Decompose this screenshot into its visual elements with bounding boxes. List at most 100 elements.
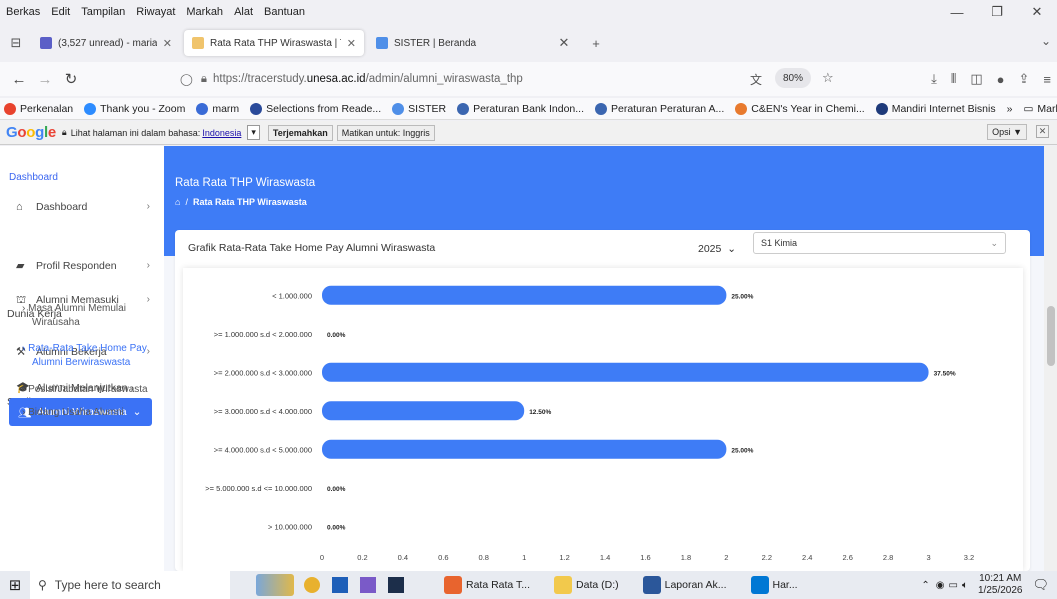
tab-label: (3,527 unread) - mariamonicasi [58,37,157,49]
translate-icon[interactable]: 文 [750,71,762,88]
star-icon[interactable]: ☆ [822,70,834,86]
bookmark-item[interactable]: Selections from Reade... [250,102,381,115]
bookmark-label: Perkenalan [20,102,74,115]
minimize-icon[interactable]: — [937,0,977,24]
taskbar-search[interactable]: ⚲ Type here to search [30,571,230,599]
x-tick-label: 0.6 [438,553,448,562]
taskbar-app-2[interactable]: Laporan Ak... [642,571,727,599]
menu-item-alat[interactable]: Alat [234,6,253,18]
url-path: /admin/alumni_wiraswasta_thp [365,73,523,85]
taskbar-app-1[interactable]: Data (D:) [554,571,619,599]
tab-strip: ⊟ (3,527 unread) - mariamonicasi✕Rata Ra… [0,28,1057,58]
tab-list-icon[interactable]: ⊟ [0,35,32,51]
close-tab-icon[interactable]: ✕ [548,35,580,51]
taskbar-app-3[interactable]: Har... [750,571,798,599]
menu-item-edit[interactable]: Edit [51,6,70,18]
bookmark-item[interactable]: Mandiri Internet Bisnis [875,102,996,115]
url-bar[interactable]: ◯ 🔒︎ https://tracerstudy. unesa.ac.id/adm… [180,67,725,91]
submenu-item-3[interactable]: › Bidang Usaha Alumni [22,406,157,420]
browser-tab-1[interactable]: Rata Rata THP Wiraswasta | Trac ✕ [184,30,364,56]
menu-item-bantuan[interactable]: Bantuan [264,6,305,18]
share-icon[interactable]: ⇪ [1019,71,1030,87]
account-icon[interactable]: ● [997,72,1005,87]
language-link[interactable]: Indonesia [202,128,241,138]
battery-icon[interactable]: ▭ [949,580,958,591]
reload-icon[interactable]: ↻ [58,70,84,88]
forward-icon[interactable]: → [32,71,58,88]
volume-icon[interactable]: 🔈︎ [962,580,968,591]
data-label: 12.50% [529,409,551,416]
download-icon[interactable]: ⤓ [931,71,937,87]
year-select[interactable]: 2025 ⌄ [692,238,742,260]
bookmark-favicon-icon [4,102,16,115]
clock[interactable]: 10:21 AM 1/25/2026 [978,573,1023,597]
url-domain: unesa.ac.id [306,73,366,85]
taskbar-app-0[interactable]: Rata Rata T... [444,571,530,599]
translate-button[interactable]: Terjemahkan [267,124,333,141]
scroll-thumb[interactable] [1047,306,1055,366]
language-dropdown-icon[interactable]: ▾ [247,125,260,140]
bar [322,285,727,305]
bookmark-item[interactable]: Peraturan Bank Indon... [457,102,584,115]
network-icon[interactable]: ◉ [936,580,945,591]
disable-translate-button[interactable]: Matikan untuk: Inggris [336,124,435,141]
photos-icon[interactable] [360,577,376,593]
bookmark-favicon-icon [735,102,748,115]
sidebar-item-label: Dashboard [36,201,88,213]
home-icon[interactable]: ⌂ [175,197,180,207]
bookmark-item[interactable]: Peraturan Peraturan A... [595,102,724,115]
window-controls: — ❐ ✕ [937,0,1057,24]
tab-favicon-icon [40,37,52,49]
library-icon[interactable]: ⫴ [951,71,956,87]
tab-overflow-icon[interactable]: ⌄ [1041,34,1051,48]
bookmark-label: Mandiri Internet Bisnis [891,102,996,115]
tab-favicon-icon [376,37,388,49]
submenu-item-1[interactable]: › Rata-Rata Take Home Pay Alumni Berwiras… [22,342,157,370]
sidebar-item-icon: ▰ [16,260,25,272]
new-tab-icon[interactable]: + [580,36,612,51]
sidebar-item-1[interactable]: ▰ Profil Responden › [16,259,156,273]
notification-icon[interactable]: 🗨︎ [1032,577,1049,593]
bookmark-label: Peraturan Bank Indon... [473,102,584,115]
chevron-up-icon[interactable]: ⌃ [921,580,929,591]
bookmarks-chevron-icon[interactable]: » [1007,103,1013,115]
bookmark-item[interactable]: marm [196,102,239,115]
chrome-icon[interactable] [304,577,320,593]
app-icon [554,576,573,594]
program-select[interactable]: S1 Kimia ⌄ [753,232,1006,254]
back-icon[interactable]: ← [6,71,32,88]
taskbar-app-label: Laporan Ak... [664,579,727,591]
sidebar-item-icon: ⌂ [16,201,23,213]
menu-item-riwayat[interactable]: Riwayat [136,6,175,18]
x-tick-label: 2.6 [842,553,852,562]
close-icon[interactable]: ✕ [1017,0,1057,24]
menu-item-markah[interactable]: Markah [186,6,223,18]
store-icon[interactable] [332,577,348,593]
sidebar-icon[interactable]: ◫ [970,71,982,87]
menu-item-tampilan[interactable]: Tampilan [81,6,125,18]
submenu-item-2[interactable]: › Posisi/Jabatan Wiraswasta [22,383,157,397]
browser-tab-0[interactable]: (3,527 unread) - mariamonicasi ✕ [32,30,180,56]
page-scrollbar[interactable] [1044,146,1057,571]
windows-start-icon[interactable]: ⊞ [0,576,30,594]
overflow-menu-icon[interactable]: ≡ [1043,72,1051,87]
bookmark-item[interactable]: C&EN's Year in Chemi... [735,102,865,115]
submenu-item-0[interactable]: › Masa Alumni Memulai Wirausaha [22,302,157,330]
sidebar-item-0[interactable]: ⌂ Dashboard › [16,200,156,214]
sticky-icon[interactable] [388,577,404,593]
browser-tab-2[interactable]: SISTER | Beranda [368,30,538,56]
bookmark-item[interactable]: Thank you - Zoom [84,102,185,115]
bookmark-item[interactable]: SISTER [392,102,446,115]
tab-close-icon[interactable]: ✕ [163,37,172,50]
menu-item-berkas[interactable]: Berkas [6,6,40,18]
tab-close-icon[interactable]: ✕ [347,37,356,50]
y-tick-label: > 10.000.000 [268,522,312,531]
other-bookmarks[interactable]: ▭Markah Lain [1023,103,1057,115]
options-button[interactable]: Opsi ▼ [987,124,1027,140]
search-icon: ⚲ [38,578,47,592]
close-translate-icon[interactable]: ✕ [1036,125,1049,138]
restore-icon[interactable]: ❐ [977,0,1017,24]
zoom-level[interactable]: 80% [775,68,812,88]
bookmark-item[interactable]: Perkenalan [4,102,74,115]
weather-icon[interactable] [256,574,294,596]
